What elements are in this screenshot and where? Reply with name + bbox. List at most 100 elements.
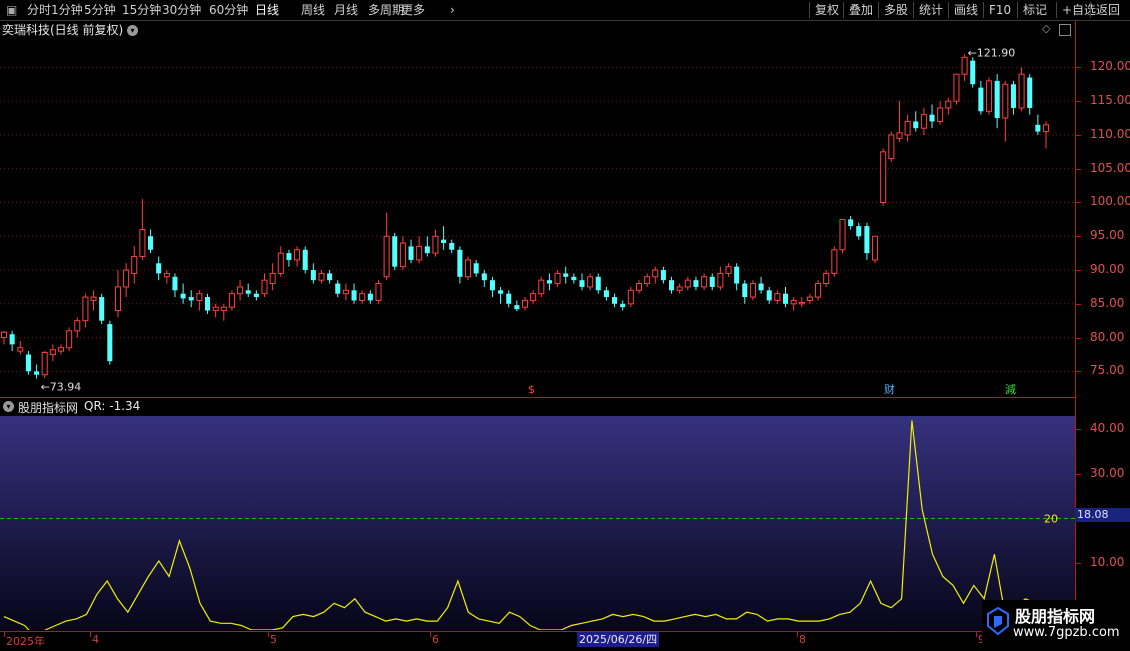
candle-body[interactable] (473, 263, 479, 274)
candle-body[interactable] (742, 283, 748, 298)
toolbar-action[interactable]: 画线 (951, 1, 981, 19)
candle-body[interactable] (342, 289, 349, 295)
candle-body[interactable] (831, 249, 838, 274)
candle-body[interactable] (652, 269, 659, 278)
candle-body[interactable] (90, 296, 97, 301)
candle-body[interactable] (554, 272, 561, 285)
candle-body[interactable] (1002, 83, 1009, 119)
candle-body[interactable] (774, 293, 781, 301)
candle-body[interactable] (798, 301, 805, 305)
candle-body[interactable] (66, 330, 73, 349)
candle-body[interactable] (660, 270, 666, 281)
candle-body[interactable] (749, 283, 756, 298)
candle-body[interactable] (424, 246, 430, 254)
candle-body[interactable] (620, 303, 626, 308)
candle-body[interactable] (432, 235, 439, 254)
qr-indicator-chart[interactable]: 20 (0, 416, 1075, 630)
candle-body[interactable] (481, 273, 487, 281)
candle-body[interactable] (498, 290, 504, 294)
candle-body[interactable] (514, 305, 520, 310)
candle-body[interactable] (546, 280, 552, 284)
period-tab[interactable]: 30分钟 (159, 1, 204, 19)
candle-body[interactable] (172, 276, 178, 291)
period-tab[interactable]: 更多 (398, 1, 428, 19)
candle-body[interactable] (383, 235, 390, 278)
candle-body[interactable] (188, 297, 194, 301)
candle-body[interactable] (506, 293, 512, 304)
candle-body[interactable] (701, 276, 708, 288)
candle-body[interactable] (41, 351, 48, 376)
candle-body[interactable] (302, 249, 308, 271)
candle-body[interactable] (644, 276, 651, 285)
candle-body[interactable] (734, 266, 740, 284)
candle-body[interactable] (408, 246, 414, 260)
candle-body[interactable] (880, 151, 887, 203)
candle-body[interactable] (929, 114, 935, 122)
toolbar-action[interactable]: 叠加 (846, 1, 876, 19)
candle-body[interactable] (107, 324, 113, 362)
candle-body[interactable] (269, 272, 276, 285)
candle-body[interactable] (994, 80, 1000, 119)
candle-body[interactable] (1010, 84, 1016, 108)
candle-body[interactable] (310, 270, 316, 281)
candle-body[interactable] (351, 290, 357, 301)
candle-body[interactable] (318, 272, 325, 281)
event-marker-dividend[interactable]: $ (528, 383, 535, 395)
candle-body[interactable] (864, 226, 870, 254)
candle-body[interactable] (571, 276, 577, 281)
candle-body[interactable] (627, 289, 634, 305)
candle-body[interactable] (790, 299, 797, 305)
candle-body[interactable] (294, 249, 301, 261)
candle-body[interactable] (587, 276, 594, 288)
app-menu-icon[interactable]: ▣ (3, 1, 20, 19)
candle-body[interactable] (99, 297, 105, 321)
candle-body[interactable] (978, 87, 984, 112)
candle-body[interactable] (156, 263, 162, 274)
candle-body[interactable] (457, 249, 463, 277)
candle-body[interactable] (392, 236, 398, 267)
candle-body[interactable] (896, 132, 903, 139)
candle-body[interactable] (970, 60, 976, 85)
candle-body[interactable] (758, 283, 764, 291)
candle-body[interactable] (489, 280, 495, 291)
candle-body[interactable] (961, 56, 968, 75)
candle-body[interactable] (335, 283, 341, 294)
period-tab[interactable]: 60分钟 (206, 1, 251, 19)
candle-body[interactable] (815, 283, 822, 298)
candle-body[interactable] (635, 283, 642, 291)
candle-body[interactable] (277, 252, 284, 274)
candle-body[interactable] (856, 226, 862, 237)
candle-body[interactable] (1027, 77, 1033, 108)
candle-body[interactable] (603, 290, 609, 298)
toolbar-action[interactable]: 多股 (881, 1, 911, 19)
candle-body[interactable] (782, 293, 789, 304)
toolbar-action[interactable]: 返回 (1093, 1, 1123, 19)
candle-body[interactable] (74, 320, 81, 332)
panel-toggle-icon[interactable] (1059, 24, 1071, 36)
candle-body[interactable] (464, 259, 472, 278)
candle-body[interactable] (0, 331, 8, 339)
candle-body[interactable] (327, 273, 333, 281)
candle-body[interactable] (913, 121, 919, 129)
candle-body[interactable] (34, 371, 40, 375)
candle-body[interactable] (595, 276, 601, 291)
more-arrow-icon[interactable]: › (447, 1, 458, 19)
candle-body[interactable] (1018, 73, 1025, 109)
candle-body[interactable] (1042, 124, 1050, 133)
candle-body[interactable] (872, 235, 879, 261)
candle-body[interactable] (148, 236, 154, 250)
candle-body[interactable] (399, 242, 406, 268)
candle-body[interactable] (123, 269, 130, 288)
event-marker-finance[interactable]: 财 (884, 382, 895, 395)
candle-body[interactable] (204, 297, 211, 311)
candle-body[interactable] (806, 296, 813, 301)
toolbar-action[interactable]: F10 (986, 1, 1014, 19)
candle-body[interactable] (163, 272, 170, 278)
candle-body[interactable] (375, 283, 382, 301)
candle-body[interactable] (49, 349, 56, 355)
candle-body[interactable] (220, 306, 227, 312)
candle-body[interactable] (612, 297, 618, 304)
candle-body[interactable] (114, 286, 121, 312)
candle-body[interactable] (676, 286, 683, 291)
candle-body[interactable] (766, 290, 772, 301)
